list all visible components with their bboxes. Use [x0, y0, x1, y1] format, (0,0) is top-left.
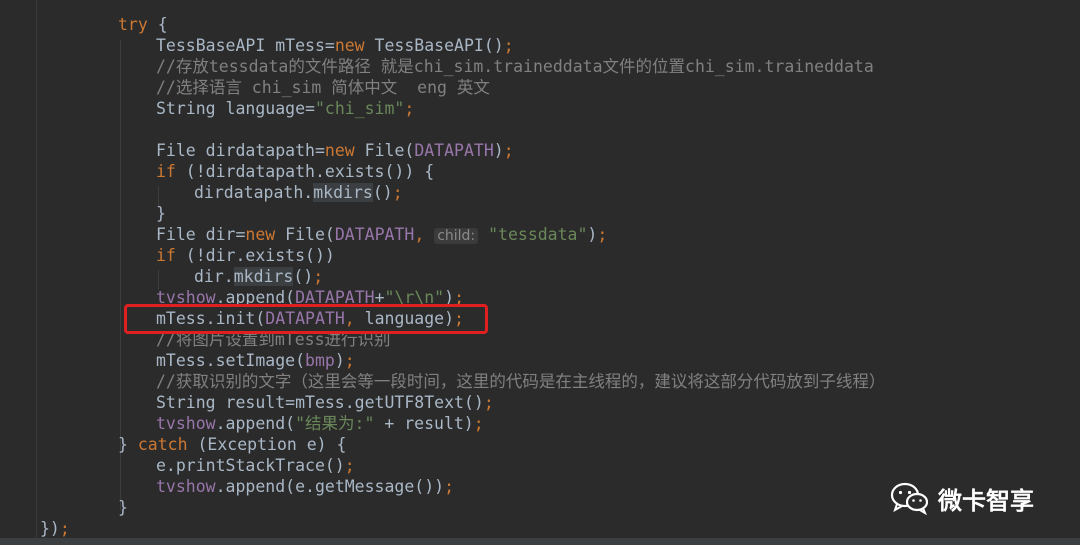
code-line[interactable]: tvshow.append("结果为:" + result);	[156, 413, 484, 434]
code-line[interactable]: } catch (Exception e) {	[118, 434, 347, 455]
gutter-divider	[36, 0, 37, 545]
highlight-box	[124, 304, 488, 334]
code-line[interactable]: File dir=new File(DATAPATH, child: "tess…	[156, 224, 607, 245]
code-line[interactable]: //获取识别的文字（这里会等一段时间，这里的代码是在主线程的，建议将这部分代码放…	[156, 371, 885, 392]
watermark: 微卡智享	[890, 478, 1060, 518]
code-line[interactable]: dir.mkdirs();	[194, 266, 323, 287]
code-editor[interactable]: try {TessBaseAPI mTess=new TessBaseAPI()…	[0, 0, 1080, 545]
code-line[interactable]: }	[156, 203, 166, 224]
code-line[interactable]: //存放tessdata的文件路径 就是chi_sim.traineddata文…	[156, 56, 874, 77]
code-line[interactable]: dirdatapath.mkdirs();	[194, 182, 403, 203]
code-line[interactable]: TessBaseAPI mTess=new TessBaseAPI();	[156, 35, 514, 56]
horizontal-scrollbar[interactable]	[0, 538, 1080, 545]
code-line[interactable]: String language="chi_sim";	[156, 98, 414, 119]
code-line[interactable]: File dirdatapath=new File(DATAPATH);	[156, 140, 514, 161]
code-line[interactable]: tvshow.append(e.getMessage());	[156, 476, 454, 497]
code-line[interactable]: if (!dir.exists())	[156, 245, 335, 266]
code-line[interactable]: String result=mTess.getUTF8Text();	[156, 392, 494, 413]
wechat-icon	[890, 482, 929, 515]
code-line[interactable]: //选择语言 chi_sim 简体中文 eng 英文	[156, 77, 490, 98]
code-line[interactable]: try {	[118, 14, 168, 35]
code-line[interactable]: });	[40, 518, 70, 539]
code-line[interactable]: mTess.setImage(bmp);	[156, 350, 355, 371]
code-line[interactable]: }	[118, 497, 128, 518]
parameter-hint: child:	[434, 228, 479, 244]
code-line[interactable]: e.printStackTrace();	[156, 455, 355, 476]
code-line[interactable]: if (!dirdatapath.exists()) {	[156, 161, 434, 182]
watermark-text: 微卡智享	[938, 486, 1034, 515]
